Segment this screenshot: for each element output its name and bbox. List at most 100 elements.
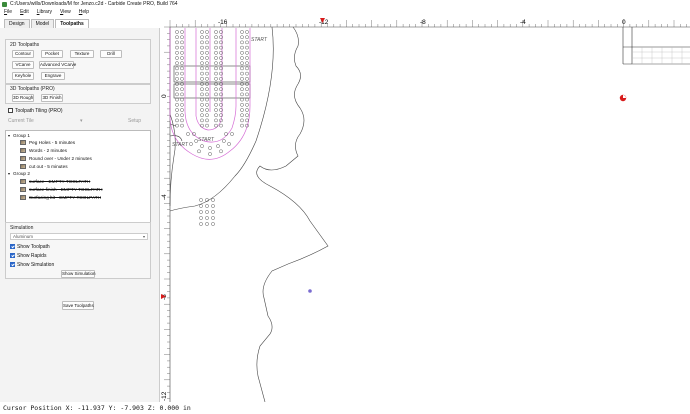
drill-hole [199,222,203,226]
contour-button[interactable]: Contour [12,50,34,58]
3d-finish-button[interactable]: 3D Finish [41,94,63,102]
menu-edit[interactable]: Edit [16,9,33,15]
peg-hole [245,108,249,112]
app-icon [2,1,7,7]
show-simulation-label: Show Simulation [17,262,55,268]
peg-hole [200,56,204,60]
peg-hole [180,77,184,81]
peg-hole [205,87,209,91]
peg-hole [180,56,184,60]
peg-hole [214,92,218,97]
peg-hole [214,97,218,102]
advanced-vcarve-button[interactable]: Advanced VCarve [39,61,76,69]
group-1-row[interactable]: ▾ Group 1 [8,133,30,138]
drill-button[interactable]: Drill [100,50,122,58]
peg-hole [205,77,209,81]
material-select[interactable]: Aluminum ▾ [10,233,148,240]
peg-hole [240,56,244,60]
toolpath-icon [20,195,26,200]
group-2-row[interactable]: ▾ Group 2 [8,171,30,176]
peg-hole [175,113,179,117]
peg-hole [200,97,204,102]
peg-hole [245,71,249,76]
peg-hole [245,45,249,50]
peg-hole [205,108,209,112]
peg-hole [240,113,244,117]
peg-hole [200,118,204,123]
peg-hole [245,118,249,123]
peg-hole [180,30,184,34]
peg-hole [180,71,184,76]
menu-help[interactable]: Help [75,9,93,15]
show-simulation-checkbox[interactable] [10,262,15,267]
toolpath-tiling-checkbox[interactable] [8,108,13,113]
peg-hole [240,30,244,34]
tab-design[interactable]: Design [4,19,30,28]
ruler-label: 0 [622,19,626,26]
material-value: Aluminum [13,234,34,239]
toolpath-label: Round over - Under 2 minutes [29,156,92,161]
section-2d-toolpaths: 2D Toolpaths Contour Pocket Texture Dril… [5,39,151,84]
peg-hole [175,118,179,123]
peg-hole [240,45,244,50]
pocket-button[interactable]: Pocket [41,50,63,58]
peg-hole [240,123,244,128]
toolpath-label: Surfacing bit - EMPTY TOOLPATH [29,195,101,200]
peg-hole [245,30,249,34]
peg-hole [216,144,220,148]
canvas-svg[interactable]: -16 -12 -8 -4 0 0 -4 -8 -12 [160,16,690,402]
toolpath-label: surface - EMPTY TOOLPATH [29,179,91,184]
origin-marker-icon [623,95,626,98]
drill-hole [211,204,215,208]
peg-hole [205,40,209,45]
menu-view[interactable]: View [56,9,75,15]
section-simulation: Simulation Aluminum ▾ Show Toolpath Show… [5,222,151,279]
toolpath-item[interactable]: Round over - Under 2 minutes [20,156,92,161]
show-toolpath-checkbox[interactable] [10,244,15,249]
ruler-label: -16 [218,19,228,26]
peg-hole [224,132,228,136]
peg-hole [180,103,184,107]
design-canvas[interactable]: -16 -12 -8 -4 0 0 -4 -8 -12 [160,16,690,402]
peg-hole [200,45,204,50]
save-toolpaths-button[interactable]: Save Toolpaths [62,301,94,310]
toolpath-item[interactable]: Peg Holes - 5 minutes [20,140,75,145]
cursor-point-marker [308,289,312,293]
peg-hole [245,61,249,66]
engrave-button[interactable]: Engrave [41,72,65,80]
peg-hole [219,149,223,154]
toolpath-item[interactable]: surface finish - EMPTY TOOLPATH [20,187,103,192]
peg-hole [205,97,209,102]
show-simulation-button[interactable]: Show Simulation [61,270,96,278]
peg-hole [200,66,204,71]
mode-tabs: Design Model Toolpaths [4,19,90,28]
peg-hole [180,66,184,71]
peg-hole [200,51,204,55]
peg-hole [175,56,179,60]
tab-model[interactable]: Model [30,19,55,28]
peg-hole [205,92,209,97]
tab-toolpaths[interactable]: Toolpaths [55,19,89,28]
show-rapids-checkbox[interactable] [10,253,15,258]
peg-hole [180,97,184,102]
peg-hole [240,71,244,76]
toolpath-icon [20,187,26,192]
texture-button[interactable]: Texture [70,50,94,58]
peg-hole [175,61,179,66]
peg-hole [214,66,218,71]
toolpath-item[interactable]: cut out - 5 minutes [20,164,68,169]
3d-rough-button[interactable]: 3D Rough [12,94,34,102]
menu-library[interactable]: Library [33,9,56,15]
peg-hole [205,66,209,71]
toolpath-icon [20,148,26,153]
show-rapids-label: Show Rapids [17,253,47,259]
menu-file[interactable]: File [0,9,16,15]
toolpath-item[interactable]: surface - EMPTY TOOLPATH [20,179,90,184]
vcarve-button[interactable]: VCarve [12,61,34,69]
keyhole-button[interactable]: Keyhole [12,72,34,80]
peg-hole [240,35,244,40]
chevron-down-icon: ▾ [80,118,83,124]
tile-setup-button[interactable]: Setup [128,118,141,124]
toolpath-item[interactable]: Surfacing bit - EMPTY TOOLPATH [20,195,101,200]
toolpath-item[interactable]: Words - 2 minutes [20,148,67,153]
